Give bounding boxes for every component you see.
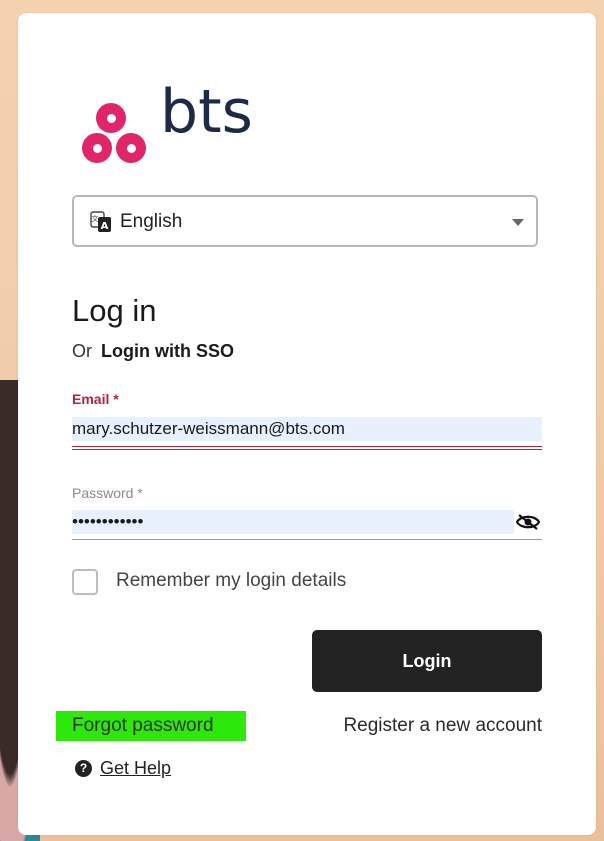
remember-label[interactable]: Remember my login details [116, 570, 346, 592]
sso-link[interactable]: Login with SSO [101, 341, 234, 361]
help-icon: ? [75, 760, 92, 777]
remember-checkbox[interactable] [72, 569, 98, 595]
email-underline [72, 446, 542, 450]
get-help-link[interactable]: Get Help [100, 758, 171, 779]
page-title: Log in [72, 293, 157, 328]
email-label: Email * [72, 391, 119, 407]
login-button[interactable]: Login [312, 630, 542, 692]
forgot-password-link[interactable]: Forgot password [72, 715, 214, 737]
svg-text:文: 文 [92, 214, 99, 223]
language-select[interactable]: A 文 English [72, 195, 538, 247]
chevron-down-icon [512, 219, 524, 226]
login-card: bts A 文 English Log in Or Login with SSO… [18, 13, 596, 835]
language-label: English [120, 211, 183, 232]
svg-text:A: A [101, 221, 109, 232]
email-field[interactable] [72, 417, 542, 441]
eye-off-icon[interactable] [516, 513, 540, 531]
bts-logo: bts [82, 77, 272, 166]
register-link[interactable]: Register a new account [343, 715, 542, 737]
password-underline [72, 539, 542, 540]
logo-text: bts [160, 77, 253, 147]
translate-icon: A 文 [90, 211, 111, 232]
password-label: Password * [72, 485, 143, 501]
password-field[interactable] [72, 510, 514, 534]
or-text: Or [72, 341, 92, 361]
forgot-password-highlight: Forgot password [56, 711, 246, 741]
sso-line: Or Login with SSO [72, 341, 234, 362]
